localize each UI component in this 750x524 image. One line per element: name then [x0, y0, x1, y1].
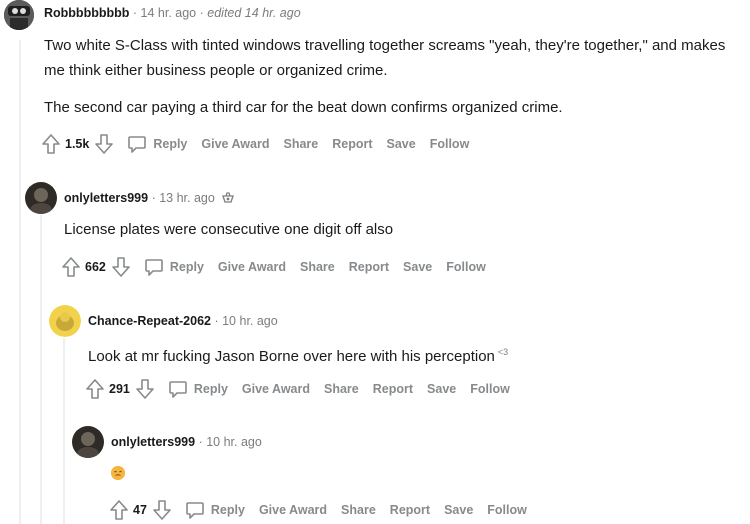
follow-button[interactable]: Follow — [430, 137, 470, 151]
timestamp[interactable]: 10 hr. ago — [206, 435, 262, 449]
comment-body: Two white S-Class with tinted windows tr… — [44, 33, 748, 120]
report-button[interactable]: Report — [332, 137, 372, 151]
mod-icon — [220, 192, 236, 206]
downvote-button[interactable] — [112, 257, 130, 277]
comment-paragraph: License plates were consecutive one digi… — [64, 221, 394, 238]
separator: · — [199, 6, 204, 20]
reply-label[interactable]: Reply — [153, 137, 187, 151]
share-button[interactable]: Share — [341, 503, 376, 517]
report-button[interactable]: Report — [390, 503, 430, 517]
thread-line[interactable] — [63, 338, 65, 524]
share-button[interactable]: Share — [300, 260, 335, 274]
comment-paragraph: The second car paying a third car for th… — [44, 99, 563, 116]
downvote-button[interactable] — [136, 379, 154, 399]
comment-actions: 1.5k Reply Give Award Share Report Save … — [42, 134, 469, 154]
reply-label[interactable]: Reply — [170, 260, 204, 274]
vote-count: 662 — [85, 260, 106, 274]
share-button[interactable]: Share — [283, 137, 318, 151]
username[interactable]: Robbbbbbbbb — [44, 6, 129, 20]
comment-bubble-icon — [186, 502, 204, 519]
thread-line[interactable] — [40, 215, 42, 524]
downvote-icon — [136, 379, 154, 399]
upvote-icon — [42, 134, 60, 154]
report-button[interactable]: Report — [349, 260, 389, 274]
thread-line[interactable] — [19, 40, 21, 524]
comment-meta: Chance-Repeat-2062 · 10 hr. ago — [88, 314, 278, 328]
upvote-button[interactable] — [86, 379, 104, 399]
separator: · — [132, 6, 138, 20]
edited-label: edited 14 hr. ago — [207, 6, 301, 20]
comment-paragraph: Two white S-Class with tinted windows tr… — [44, 37, 726, 79]
timestamp[interactable]: 14 hr. ago — [141, 6, 197, 20]
downvote-button[interactable] — [95, 134, 114, 154]
downvote-button[interactable] — [153, 500, 171, 520]
upvote-button[interactable] — [42, 134, 60, 154]
upvote-icon — [62, 257, 80, 277]
upvote-button[interactable] — [110, 500, 128, 520]
give-award-button[interactable]: Give Award — [218, 260, 286, 274]
avatar[interactable] — [4, 0, 34, 30]
reply-button[interactable]: Reply — [127, 134, 187, 154]
comment-actions: 47 Reply Give Award Share Report Save Fo… — [110, 500, 527, 520]
downvote-icon — [112, 257, 130, 277]
give-award-button[interactable]: Give Award — [259, 503, 327, 517]
comment-body: Look at mr fucking Jason Borne over here… — [88, 340, 744, 369]
save-button[interactable]: Save — [387, 137, 416, 151]
timestamp[interactable]: 13 hr. ago — [159, 191, 215, 205]
share-button[interactable]: Share — [324, 382, 359, 396]
comment-bubble-icon — [128, 136, 147, 153]
save-button[interactable]: Save — [403, 260, 432, 274]
comment-actions: 662 Reply Give Award Share Report Save F… — [62, 257, 486, 277]
save-button[interactable]: Save — [427, 382, 456, 396]
vote-count: 47 — [133, 503, 147, 517]
separator: · — [198, 435, 203, 449]
avatar[interactable] — [49, 305, 81, 337]
downvote-icon — [153, 500, 171, 520]
reply-label[interactable]: Reply — [211, 503, 245, 517]
comment-body: License plates were consecutive one digi… — [64, 217, 744, 242]
comment-bubble-icon — [145, 259, 163, 276]
username[interactable]: Chance-Repeat-2062 — [88, 314, 211, 328]
give-award-button[interactable]: Give Award — [242, 382, 310, 396]
reply-label[interactable]: Reply — [194, 382, 228, 396]
give-award-button[interactable]: Give Award — [201, 137, 269, 151]
downvote-icon — [95, 134, 114, 154]
emoji-icon — [111, 466, 125, 480]
upvote-icon — [86, 379, 104, 399]
follow-button[interactable]: Follow — [487, 503, 527, 517]
upvote-icon — [110, 500, 128, 520]
reply-button[interactable]: Reply — [185, 500, 245, 520]
comment-meta: onlyletters999 · 10 hr. ago — [111, 435, 262, 449]
heart-text: <3 — [497, 347, 509, 357]
comment-paragraph: Look at mr fucking Jason Borne over here… — [88, 348, 495, 365]
separator: · — [151, 191, 156, 205]
avatar[interactable] — [72, 426, 104, 458]
save-button[interactable]: Save — [444, 503, 473, 517]
report-button[interactable]: Report — [373, 382, 413, 396]
comment-actions: 291 Reply Give Award Share Report Save F… — [86, 379, 510, 399]
comment-meta: Robbbbbbbbb · 14 hr. ago · edited 14 hr.… — [44, 6, 301, 20]
follow-button[interactable]: Follow — [446, 260, 486, 274]
reply-button[interactable]: Reply — [144, 257, 204, 277]
vote-count: 291 — [109, 382, 130, 396]
vote-count: 1.5k — [65, 137, 90, 151]
follow-button[interactable]: Follow — [470, 382, 510, 396]
username[interactable]: onlyletters999 — [111, 435, 195, 449]
avatar[interactable] — [25, 182, 57, 214]
username[interactable]: onlyletters999 — [64, 191, 148, 205]
separator: · — [214, 314, 219, 328]
comment-bubble-icon — [169, 381, 187, 398]
reply-button[interactable]: Reply — [168, 379, 228, 399]
comment-meta: onlyletters999 · 13 hr. ago — [64, 191, 236, 206]
timestamp[interactable]: 10 hr. ago — [222, 314, 278, 328]
upvote-button[interactable] — [62, 257, 80, 277]
